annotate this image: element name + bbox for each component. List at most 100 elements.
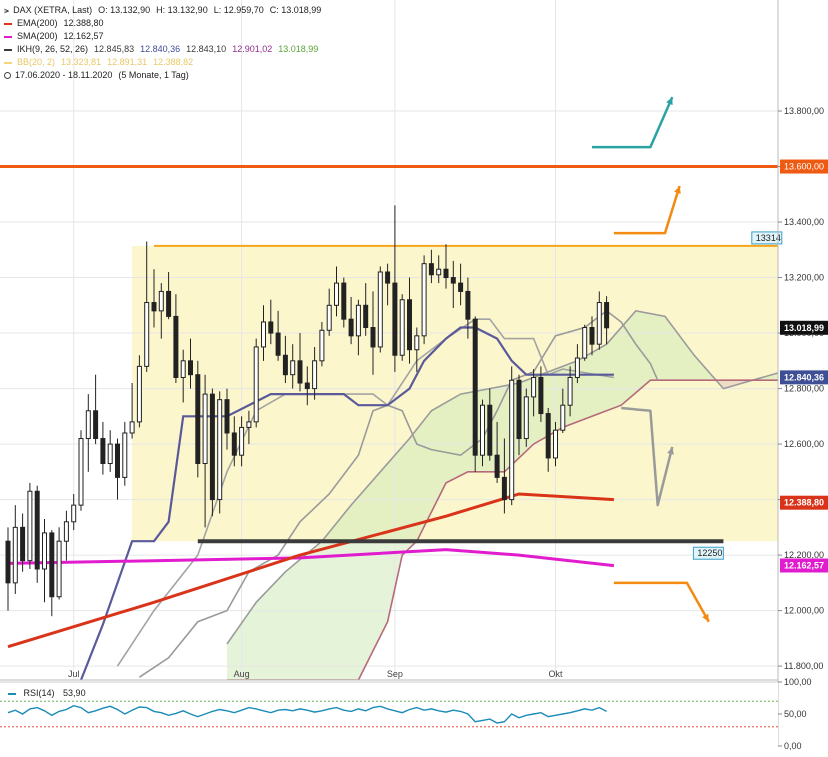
level-tag-label: 13.600,00	[784, 162, 824, 172]
candle-body	[56, 540, 62, 598]
candle-body	[268, 321, 274, 334]
price-tag-label: 12.840,36	[784, 372, 824, 382]
candle-body	[428, 263, 434, 276]
candle	[93, 374, 99, 445]
rsi-panel	[0, 682, 778, 746]
candle-body	[78, 438, 84, 506]
candle-body	[34, 490, 40, 570]
candle	[78, 430, 84, 511]
candle-body	[341, 282, 347, 320]
candle-body	[173, 315, 179, 378]
candle-body	[421, 263, 427, 337]
candle-body	[20, 526, 26, 562]
candle-body	[370, 327, 376, 348]
candle-body	[304, 382, 310, 390]
bb-swatch-icon	[4, 61, 12, 64]
candle	[107, 430, 113, 472]
candle-body	[122, 432, 128, 478]
candle-body	[465, 290, 471, 320]
candle-body	[407, 299, 412, 351]
y-tick-label: 13.800,00	[784, 106, 824, 116]
ema-swatch-icon	[4, 22, 12, 25]
candle-body	[501, 476, 507, 501]
candle-body	[151, 302, 157, 312]
candle-body	[253, 346, 259, 423]
candle-body	[355, 304, 361, 337]
y-tick-label: 12.600,00	[784, 439, 824, 449]
candle	[523, 388, 529, 447]
candle-body	[290, 360, 296, 376]
candle-body	[282, 354, 288, 376]
candle-body	[158, 290, 164, 312]
candle-body	[297, 360, 303, 384]
candle	[122, 421, 128, 486]
candle	[49, 530, 55, 617]
x-tick-label: Jul	[68, 669, 80, 679]
trend-arrow	[613, 581, 710, 623]
candle-body	[115, 443, 120, 478]
rsi-legend: RSI(14) 53,90	[8, 688, 86, 698]
dax-chart: 133141225011.800,0012.000,0012.200,0012.…	[0, 0, 828, 751]
candle-body	[188, 360, 193, 376]
candle-body	[553, 429, 558, 459]
candle-body	[144, 302, 150, 367]
candle	[509, 366, 515, 506]
candle-body	[348, 318, 354, 337]
candle-body	[458, 282, 464, 292]
candle	[472, 316, 478, 472]
candle-body	[71, 504, 77, 523]
candle-body	[107, 443, 113, 465]
candle	[421, 255, 427, 345]
candle-body	[326, 304, 332, 331]
candle	[42, 519, 47, 603]
candle	[85, 394, 91, 472]
candle-body	[49, 532, 55, 598]
level-label: 13314	[756, 233, 781, 243]
candle-body	[246, 421, 252, 428]
level-label: 12250	[697, 548, 722, 558]
plot-area	[0, 0, 778, 680]
candle-body	[589, 327, 595, 345]
candle-body	[443, 268, 449, 279]
candle-body	[545, 413, 551, 459]
candle-body	[523, 396, 529, 440]
candle	[5, 527, 11, 611]
candle-body	[129, 421, 135, 434]
candle	[399, 294, 405, 361]
candle-body	[261, 321, 266, 348]
candle-body	[480, 404, 485, 456]
candle-body	[224, 399, 230, 434]
rsi-y-tick-label: 100,00	[784, 677, 812, 687]
sma-swatch-icon	[4, 35, 12, 38]
y-tick-label: 12.800,00	[784, 384, 824, 394]
legend-ikh: IKH(9, 26, 52, 26) 12.845,83 12.840,36 1…	[4, 43, 321, 56]
candle	[100, 421, 106, 475]
candle-body	[231, 432, 237, 456]
ikh-swatch-icon	[4, 48, 12, 51]
x-tick-label: Okt	[548, 669, 563, 679]
candle-body	[209, 393, 215, 501]
candle-body	[27, 490, 33, 562]
legend-sma: SMA(200) 12.162,57	[4, 30, 321, 43]
candle-body	[63, 521, 69, 542]
candle	[56, 527, 62, 600]
candle	[253, 338, 259, 428]
rsi-swatch-icon	[8, 692, 16, 695]
candle	[115, 438, 120, 500]
candle-body	[399, 299, 405, 356]
candle-body	[377, 271, 383, 348]
y-tick-label: 13.200,00	[784, 273, 824, 283]
candle	[12, 505, 18, 594]
candle-body	[574, 357, 580, 378]
candle	[392, 205, 398, 372]
x-tick-label: Aug	[234, 669, 250, 679]
candle-body	[538, 376, 544, 415]
price-tag-label: 12.388,80	[784, 498, 824, 508]
candle-body	[239, 426, 245, 456]
trend-arrow	[592, 96, 674, 149]
clock-icon	[4, 72, 11, 79]
candle-body	[363, 304, 369, 329]
candle-body	[596, 302, 602, 345]
candle-body	[195, 374, 201, 465]
candle-body	[100, 438, 106, 465]
